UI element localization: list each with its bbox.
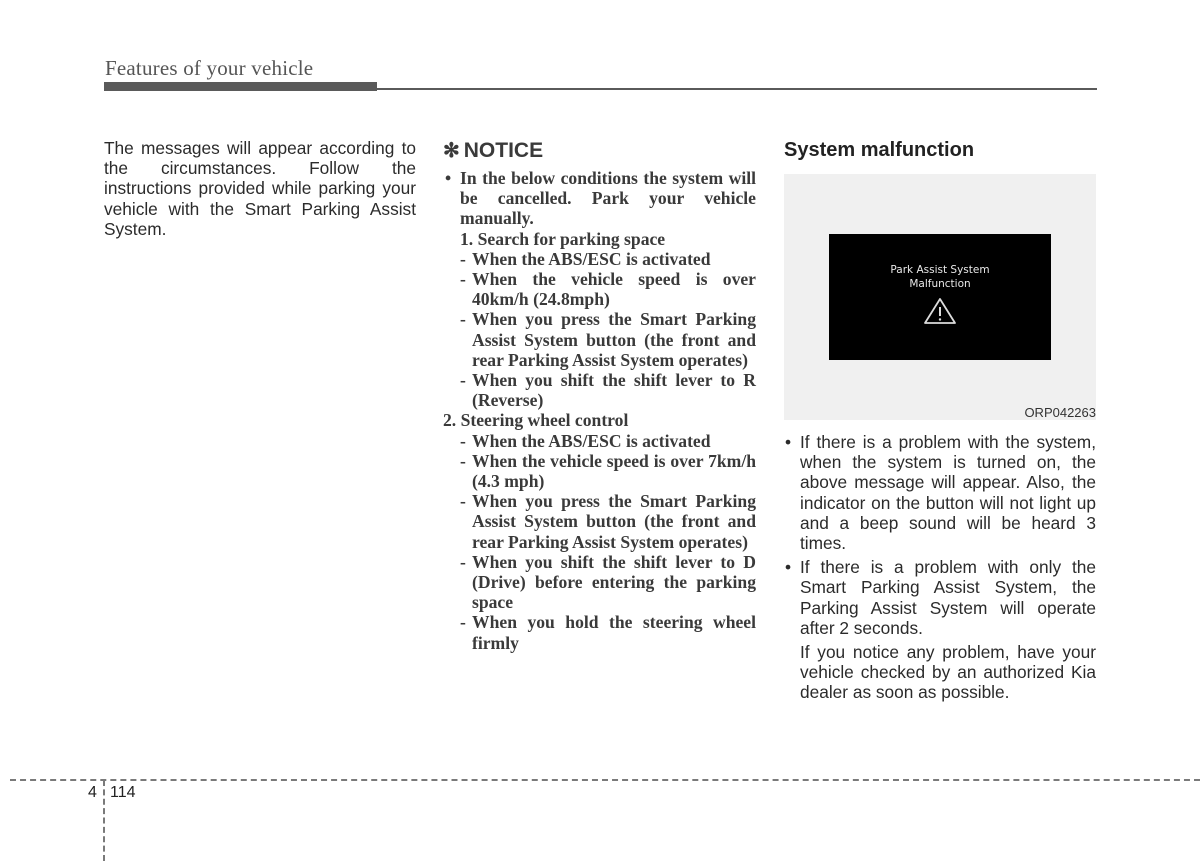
left-column: The messages will appear according to th… (104, 138, 416, 239)
notice-heading: ✻ NOTICE (443, 138, 756, 164)
notice-item: - When you shift the shift lever to D (Dr… (443, 552, 756, 613)
notice-item-text: When the vehicle speed is over 40km/h (2… (472, 269, 756, 310)
notice-item: - When you press the Smart Parking Assist… (443, 309, 756, 370)
right-column: System malfunction Park Assist System Ma… (784, 138, 1096, 703)
chapter-number: 4 (88, 784, 97, 801)
warning-triangle-icon (924, 298, 956, 324)
list-item-text: If there is a problem with only the Smar… (800, 557, 1096, 638)
dash-marker: - (460, 450, 466, 471)
notice-intro-text: In the below conditions the system will … (460, 168, 756, 229)
dash-marker: - (460, 309, 466, 330)
bullet-icon: • (445, 168, 452, 188)
notice-item-text: When you shift the shift lever to D (Dri… (472, 551, 756, 613)
notice-item: - When you press the Smart Parking Assist… (443, 491, 756, 552)
notice-item-text: When you press the Smart Parking Assist … (472, 491, 756, 552)
malfunction-list: • If there is a problem with the system,… (784, 432, 1096, 703)
notice-item: - When you shift the shift lever to R (Re… (443, 370, 756, 410)
dash-marker: - (460, 612, 466, 633)
dash-marker: - (460, 248, 466, 269)
dash-marker: - (460, 430, 466, 451)
notice-section-title: 2. Steering wheel control (443, 410, 629, 431)
intro-paragraph: The messages will appear according to th… (104, 138, 416, 239)
notice-box: ✻ NOTICE • In the below conditions the sy… (443, 138, 756, 653)
notice-item-text: When the ABS/ESC is activated (472, 430, 711, 451)
dash-marker: - (460, 491, 466, 512)
notice-section-title: 1. Search for parking space (460, 228, 666, 249)
bullet-icon: • (785, 432, 792, 452)
notice-item-text: When the ABS/ESC is activated (472, 248, 711, 269)
notice-item: - When the ABS/ESC is activated (443, 431, 756, 451)
section-heading: System malfunction (784, 139, 975, 161)
list-item: • If there is a problem with only the Sm… (784, 557, 1096, 638)
header-rule-thick (104, 82, 377, 91)
notice-item: - When the vehicle speed is over 7km/h (4… (443, 451, 756, 491)
notice-intro: • In the below conditions the system wil… (443, 168, 756, 229)
footer-vertical-divider (103, 780, 105, 861)
list-item: • If there is a problem with the system,… (784, 432, 1096, 553)
notice-item: - When the vehicle speed is over 40km/h (… (443, 269, 756, 309)
notice-item-text: When you press the Smart Parking Assist … (472, 309, 756, 370)
notice-item-text: When you shift the shift lever to R (Rev… (472, 370, 756, 411)
dash-marker: - (460, 269, 466, 290)
notice-item: - When you hold the steering wheel firmly (443, 612, 756, 652)
footer-divider (10, 779, 1200, 781)
display-message-line2: Malfunction (909, 278, 971, 290)
figure-code: ORP042263 (1024, 405, 1096, 420)
closing-paragraph: If you notice any problem, have your veh… (800, 642, 1096, 703)
notice-heading-text: NOTICE (463, 139, 544, 162)
notice-item: - When the ABS/ESC is activated (443, 249, 756, 269)
header-rule-thin (377, 88, 1097, 90)
header-title: Features of your vehicle (105, 56, 314, 80)
dash-marker: - (460, 551, 466, 572)
notice-item-text: When you hold the steering wheel firmly (472, 612, 756, 653)
malfunction-figure: Park Assist System Malfunction ORP042263 (784, 174, 1096, 420)
display-message-line1: Park Assist System (890, 264, 990, 276)
asterisk-icon: ✻ (443, 140, 460, 162)
dash-marker: - (460, 370, 466, 391)
page-number: 114 (110, 784, 136, 801)
notice-item-text: When the vehicle speed is over 7km/h (4.… (472, 450, 756, 492)
cluster-display: Park Assist System Malfunction (829, 234, 1051, 360)
bullet-icon: • (785, 557, 792, 578)
list-item-text: If there is a problem with the system, w… (800, 432, 1096, 554)
